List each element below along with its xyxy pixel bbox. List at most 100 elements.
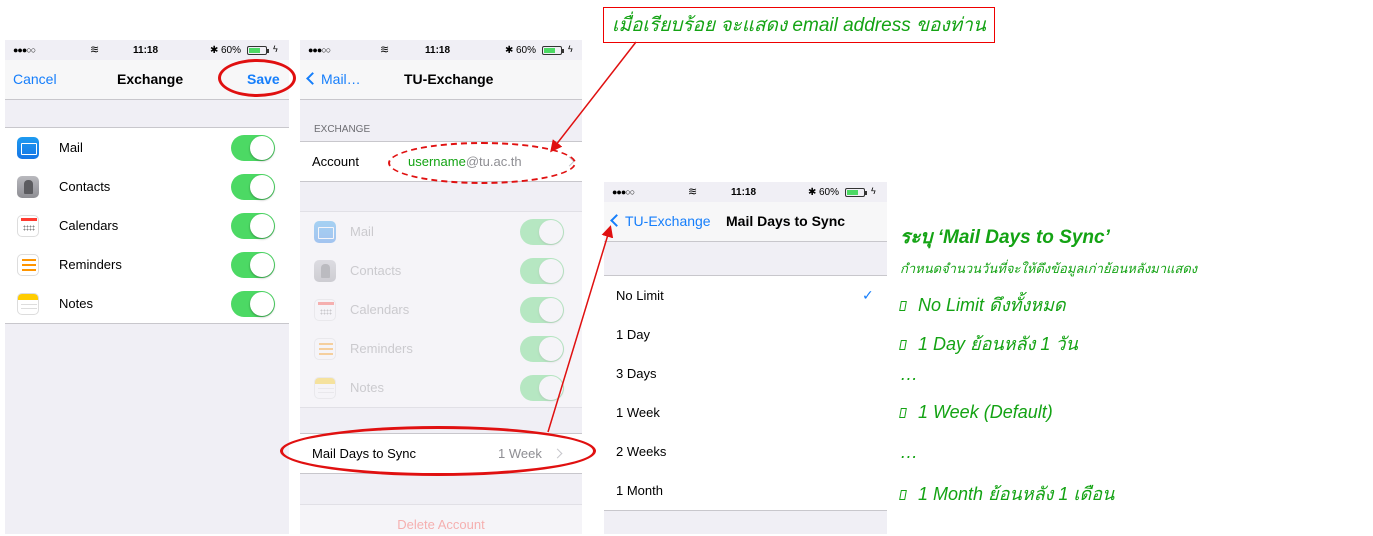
annotation-item: 1 Month ย้อนหลัง 1 เดือน	[899, 479, 1115, 508]
notes-toggle[interactable]	[231, 290, 275, 317]
toggle-row-mail: Mail	[300, 212, 582, 251]
disabled-toggle-list: Mail Contacts Calendars Reminders Notes	[300, 211, 582, 408]
toggle-row-calendars: Calendars	[5, 206, 289, 245]
toggle-label: Reminders	[59, 257, 122, 272]
calendar-icon	[314, 298, 336, 321]
contacts-toggle[interactable]	[231, 173, 275, 200]
toggle-label: Mail	[350, 224, 374, 239]
wifi-icon: ≋	[688, 186, 698, 198]
back-button[interactable]: TU-Exchange	[610, 213, 711, 229]
option-row[interactable]: 1 Day	[604, 315, 887, 354]
checkmark-icon: ✓	[862, 287, 874, 303]
option-label: 1 Week	[616, 405, 660, 420]
toggle-row-reminders: Reminders	[300, 329, 582, 368]
toggle-label: Notes	[350, 380, 384, 395]
option-row[interactable]: 1 Month	[604, 471, 887, 510]
screen-mail-days-to-sync: ●●●○○ ≋ 11:18 ✱ 60% ϟ TU-Exchange Mail D…	[604, 182, 887, 534]
bluetooth-icon: ✱	[505, 45, 514, 56]
bullet-icon	[899, 408, 907, 418]
nav-bar: TU-Exchange Mail Days to Sync	[604, 202, 887, 242]
section-header: EXCHANGE	[314, 124, 371, 135]
back-label: TU-Exchange	[625, 213, 711, 229]
option-label: 3 Days	[616, 366, 657, 381]
battery-percent: 60%	[221, 45, 242, 56]
battery-percent: 60%	[516, 45, 537, 56]
status-time: 11:18	[133, 45, 159, 56]
page-title: Mail Days to Sync	[726, 213, 846, 229]
status-time: 11:18	[425, 45, 451, 56]
bullet-icon	[899, 490, 907, 500]
annotation-email-note: เมื่อเรียบร้อย จะแสดง email address ของท…	[603, 7, 995, 43]
annotation-oval-save	[218, 59, 296, 97]
status-bar: ●●●○○ ≋ 11:18 ✱ 60% ϟ	[5, 40, 289, 60]
annotation-item: 1 Week (Default)	[899, 402, 1053, 423]
annotation-subtitle: กำหนดจำนวนวันที่จะให้ดึงข้อมูลเก่าย้อนหล…	[900, 261, 1198, 276]
battery-icon	[247, 46, 269, 55]
reminders-toggle	[520, 335, 564, 362]
annotation-item: No Limit ดึงทั้งหมด	[899, 290, 1066, 319]
toggle-row-contacts: Contacts	[5, 167, 289, 206]
back-button[interactable]: Mail…	[306, 71, 361, 87]
option-label: 2 Weeks	[616, 444, 667, 459]
toggle-label: Contacts	[59, 179, 111, 194]
mail-icon	[17, 136, 39, 159]
option-row[interactable]: 2 Weeks	[604, 432, 887, 471]
toggle-label: Calendars	[59, 218, 119, 233]
status-bar: ●●●○○ ≋ 11:18 ✱ 60% ϟ	[300, 40, 582, 60]
contacts-icon	[314, 259, 336, 282]
mail-toggle[interactable]	[231, 134, 275, 161]
toggle-row-notes: Notes	[300, 368, 582, 407]
reminders-toggle[interactable]	[231, 251, 275, 278]
notes-toggle	[520, 374, 564, 401]
toggle-row-contacts: Contacts	[300, 251, 582, 290]
bullet-icon	[899, 301, 907, 311]
screen-exchange: ●●●○○ ≋ 11:18 ✱ 60% ϟ Cancel Exchange Sa…	[5, 40, 289, 534]
annotation-item-text: 1 Week (Default)	[918, 402, 1053, 422]
delete-group: Delete Account	[300, 504, 582, 534]
toggle-row-calendars: Calendars	[300, 290, 582, 329]
battery-icon	[542, 46, 564, 55]
delete-row: Delete Account	[300, 505, 582, 534]
signal-icon: ●●●○○	[13, 45, 36, 55]
calendar-icon	[17, 214, 39, 237]
option-label: 1 Month	[616, 483, 663, 498]
back-label: Mail…	[321, 71, 361, 87]
annotation-oval-account	[388, 142, 576, 184]
signal-icon: ●●●○○	[308, 45, 331, 55]
chevron-left-icon	[306, 72, 319, 85]
bullet-icon	[899, 340, 907, 350]
calendars-toggle	[520, 296, 564, 323]
annotation-item-text: 1 Month ย้อนหลัง 1 เดือน	[918, 484, 1115, 504]
signal-icon: ●●●○○	[612, 187, 635, 197]
battery-percent: 60%	[819, 187, 840, 198]
toggle-row-reminders: Reminders	[5, 245, 289, 284]
annotation-oval-mail-days	[280, 426, 596, 476]
charging-icon: ϟ	[871, 186, 876, 196]
option-row[interactable]: No Limit ✓	[604, 276, 887, 315]
chevron-left-icon	[610, 214, 623, 227]
toggle-row-notes: Notes	[5, 284, 289, 323]
cancel-button[interactable]: Cancel	[13, 71, 57, 87]
option-row[interactable]: 1 Week	[604, 393, 887, 432]
annotation-item-text: No Limit ดึงทั้งหมด	[918, 295, 1066, 315]
sync-options-list: No Limit ✓ 1 Day 3 Days 1 Week 2 Weeks 1…	[604, 275, 887, 511]
option-label: No Limit	[616, 288, 664, 303]
nav-bar: Mail… TU-Exchange	[300, 60, 582, 100]
toggle-list: Mail Contacts Calendars Reminders Notes	[5, 127, 289, 324]
status-time: 11:18	[731, 187, 757, 198]
page-title: Exchange	[117, 71, 184, 87]
option-row[interactable]: 3 Days	[604, 354, 887, 393]
mail-toggle	[520, 218, 564, 245]
charging-icon: ϟ	[568, 44, 573, 54]
mail-icon	[314, 220, 336, 243]
toggle-label: Calendars	[350, 302, 410, 317]
toggle-label: Mail	[59, 140, 83, 155]
calendars-toggle[interactable]	[231, 212, 275, 239]
annotation-item: 1 Day ย้อนหลัง 1 วัน	[899, 329, 1078, 358]
wifi-icon: ≋	[90, 44, 100, 56]
status-bar: ●●●○○ ≋ 11:18 ✱ 60% ϟ	[604, 182, 887, 202]
annotation-title: ระบุ ‘Mail Days to Sync’	[900, 227, 1110, 248]
reminders-icon	[314, 337, 336, 360]
bluetooth-icon: ✱	[210, 45, 219, 56]
annotation-item-text: 1 Day ย้อนหลัง 1 วัน	[918, 334, 1078, 354]
